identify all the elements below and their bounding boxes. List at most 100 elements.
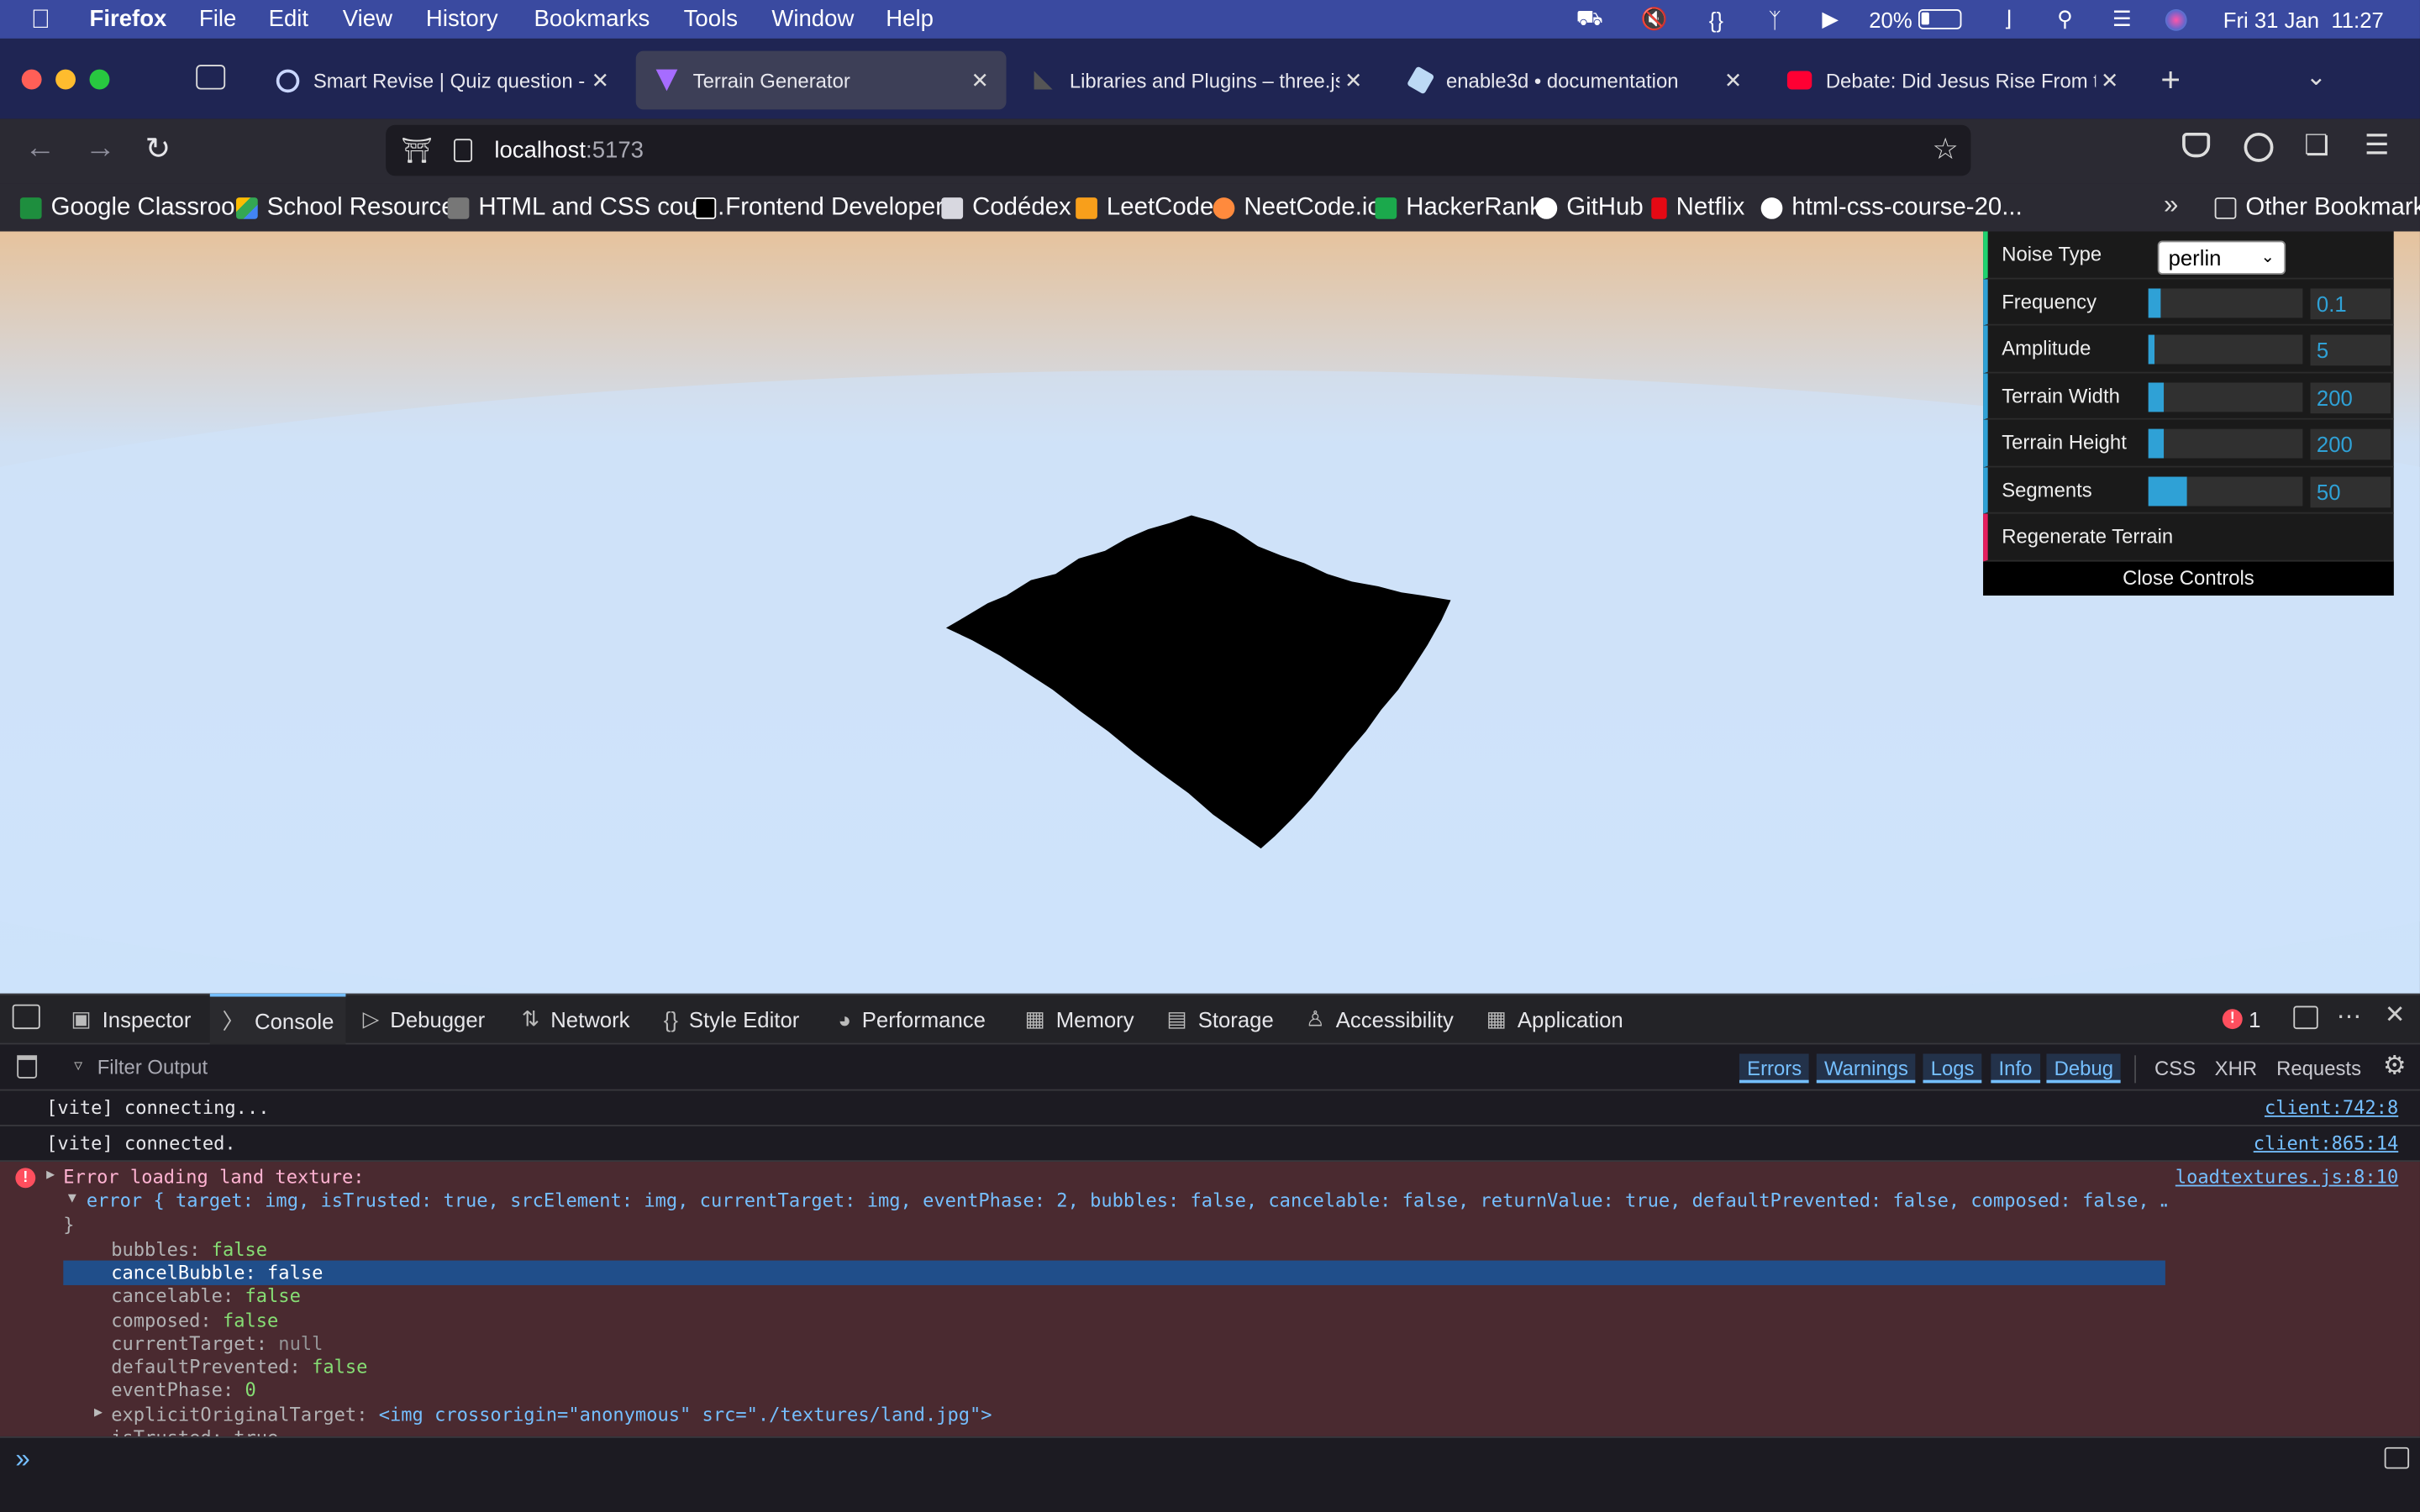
page-icon[interactable] xyxy=(454,139,473,162)
menu-app-name[interactable]: Firefox xyxy=(90,6,167,32)
filter-debug-button[interactable]: Debug xyxy=(2046,1053,2122,1084)
tab-performance[interactable]: ◕ Performance xyxy=(838,994,986,1045)
bookmark-school-resources[interactable]: School Resources xyxy=(236,193,467,224)
tab-enable3d-docs[interactable]: enable3d • documentation ✕ xyxy=(1389,51,1760,110)
tab-storage[interactable]: ▤ Storage xyxy=(1167,994,1274,1045)
terrain-width-slider[interactable] xyxy=(2148,381,2303,412)
menu-view[interactable]: View xyxy=(343,6,392,32)
menu-file[interactable]: File xyxy=(199,6,236,32)
close-window-button[interactable] xyxy=(21,69,42,90)
prop-explicitoriginaltarget[interactable]: explicitOriginalTarget: <img crossorigin… xyxy=(111,1404,992,1425)
bookmark-leetcode[interactable]: LeetCode xyxy=(1076,193,1213,224)
noise-type-select[interactable]: perlin ⌄ xyxy=(2157,240,2286,275)
bookmark-neetcode[interactable]: NeetCode.io xyxy=(1213,193,1381,224)
terrain-height-slider[interactable] xyxy=(2148,428,2303,459)
error-counter[interactable]: ! 1 xyxy=(2222,994,2260,1045)
element-picker-icon[interactable] xyxy=(12,1004,40,1030)
filter-warnings-button[interactable]: Warnings xyxy=(1816,1053,1917,1084)
play-status-icon[interactable]: ▶ xyxy=(1815,0,1846,39)
menu-history[interactable]: History xyxy=(426,6,498,32)
tab-close-icon[interactable]: ✕ xyxy=(1719,67,1747,93)
other-bookmarks-folder[interactable]: Other Bookmarks xyxy=(2214,193,2420,224)
siri-icon[interactable] xyxy=(2160,0,2191,39)
filter-css-button[interactable]: CSS xyxy=(2154,1053,2196,1083)
close-controls-button[interactable]: Close Controls xyxy=(1983,560,2394,596)
segments-slider[interactable] xyxy=(2148,475,2303,506)
mute-icon[interactable]: 🔇 xyxy=(1639,0,1670,39)
log-source-link[interactable]: client:865:14 xyxy=(2254,1132,2399,1154)
prop-cancelbubble[interactable]: cancelBubble: false xyxy=(111,1262,323,1284)
clear-console-trash-icon[interactable] xyxy=(17,1055,38,1079)
filter-xhr-button[interactable]: XHR xyxy=(2215,1053,2257,1083)
close-devtools-icon[interactable]: ✕ xyxy=(2385,1000,2406,1031)
bookmark-github[interactable]: GitHub xyxy=(1535,193,1644,224)
amplitude-slider[interactable] xyxy=(2148,334,2303,365)
filter-errors-button[interactable]: Errors xyxy=(1739,1053,1810,1084)
url-host[interactable]: localhost xyxy=(494,137,586,163)
tracking-shield-icon[interactable]: ⛩ xyxy=(402,135,433,166)
tab-style-editor[interactable]: {} Style Editor xyxy=(664,994,800,1045)
tab-console[interactable]: 〉 Console xyxy=(209,993,347,1045)
expand-triangle-icon[interactable]: ▶ xyxy=(94,1405,103,1420)
reload-icon[interactable]: ↻ xyxy=(145,129,171,168)
filter-output-input[interactable]: Filter Output xyxy=(97,1055,208,1079)
prop-istrusted[interactable]: isTrusted: true xyxy=(111,1427,278,1436)
filter-info-button[interactable]: Info xyxy=(1991,1053,2040,1084)
apple-icon[interactable]:  xyxy=(31,5,50,36)
list-all-tabs-chevron-icon[interactable]: ⌄ xyxy=(2306,61,2327,92)
bookmark-codedex[interactable]: Codédex xyxy=(941,193,1071,224)
tab-network[interactable]: ⇅ Network xyxy=(522,994,630,1045)
bookmark-html-css-course[interactable]: HTML and CSS cour... xyxy=(447,193,724,224)
back-arrow-icon[interactable]: ← xyxy=(24,131,55,166)
filter-logs-button[interactable]: Logs xyxy=(1923,1053,1982,1084)
amplitude-input[interactable]: 5 xyxy=(2310,334,2391,366)
tab-terrain-generator[interactable]: Terrain Generator ✕ xyxy=(635,50,1007,110)
prop-eventphase[interactable]: eventPhase: 0 xyxy=(111,1379,256,1401)
tab-close-icon[interactable]: ✕ xyxy=(1339,67,1367,93)
segments-input[interactable]: 50 xyxy=(2310,475,2391,507)
tab-threejs-libraries[interactable]: Libraries and Plugins – three.js d ✕ xyxy=(1013,51,1380,110)
hamburger-menu-icon[interactable]: ☰ xyxy=(2365,129,2390,162)
bookmark-netflix[interactable]: Netflix xyxy=(1651,193,1744,224)
prop-cancelable[interactable]: cancelable: false xyxy=(111,1285,301,1307)
pocket-icon[interactable] xyxy=(2182,132,2211,158)
collapse-triangle-icon[interactable]: ▼ xyxy=(68,1191,76,1206)
url-port[interactable]: :5173 xyxy=(586,137,644,163)
menu-window[interactable]: Window xyxy=(771,6,854,32)
frequency-input[interactable]: 0.1 xyxy=(2310,287,2391,319)
menu-help[interactable]: Help xyxy=(886,6,934,32)
expand-triangle-icon[interactable]: ▶ xyxy=(46,1168,55,1183)
braces-status-icon[interactable]: {} xyxy=(1699,0,1733,39)
menu-bookmarks[interactable]: Bookmarks xyxy=(534,6,650,32)
console-settings-gear-icon[interactable]: ⚙ xyxy=(2383,1051,2407,1082)
dock-side-icon[interactable] xyxy=(2293,1005,2318,1030)
extensions-icon[interactable]: ❏ xyxy=(2304,129,2329,162)
error-source-link[interactable]: loadtextures.js:8:10 xyxy=(2175,1167,2398,1189)
tab-close-icon[interactable]: ✕ xyxy=(587,67,614,93)
prop-defaultprevented[interactable]: defaultPrevented: false xyxy=(111,1356,367,1378)
console-input[interactable]: » xyxy=(0,1436,2420,1512)
bookmark-html-css-course-repo[interactable]: html-css-course-20... xyxy=(1760,193,2023,224)
control-center-icon[interactable]: ☰ xyxy=(2105,0,2139,39)
tab-inspector[interactable]: ▣ Inspector xyxy=(71,994,191,1045)
prop-bubbles[interactable]: bubbles: false xyxy=(111,1239,267,1261)
tab-memory[interactable]: ▦ Memory xyxy=(1025,994,1134,1045)
terrain-height-input[interactable]: 200 xyxy=(2310,428,2391,460)
tab-application[interactable]: ▦ Application xyxy=(1486,994,1623,1045)
terrain-width-input[interactable]: 200 xyxy=(2310,381,2391,413)
shield-status-icon[interactable]: ⛟ xyxy=(1574,0,1605,39)
bookmark-google-classroom[interactable]: Google Classroom xyxy=(19,193,255,224)
menu-tools[interactable]: Tools xyxy=(684,6,738,32)
spotlight-icon[interactable]: ⚲ xyxy=(2049,0,2081,39)
bluetooth-icon[interactable]: ᛉ xyxy=(1763,0,1787,39)
editor-mode-icon[interactable] xyxy=(2384,1446,2410,1469)
wifi-icon[interactable]: ⌋ xyxy=(1991,0,2024,39)
bookmark-star-icon[interactable]: ☆ xyxy=(1932,133,1958,168)
minimize-window-button[interactable] xyxy=(55,69,76,90)
bookmark-hackerrank[interactable]: HackerRank xyxy=(1375,193,1542,224)
new-tab-plus-icon[interactable]: + xyxy=(2160,60,2181,101)
firefox-view-icon[interactable] xyxy=(196,65,226,90)
tab-smart-revise[interactable]: Smart Revise | Quiz question - H ✕ xyxy=(256,51,627,110)
regenerate-terrain-button[interactable]: Regenerate Terrain xyxy=(1983,513,2394,561)
bookmarks-overflow-chevron-icon[interactable]: » xyxy=(2164,190,2178,221)
